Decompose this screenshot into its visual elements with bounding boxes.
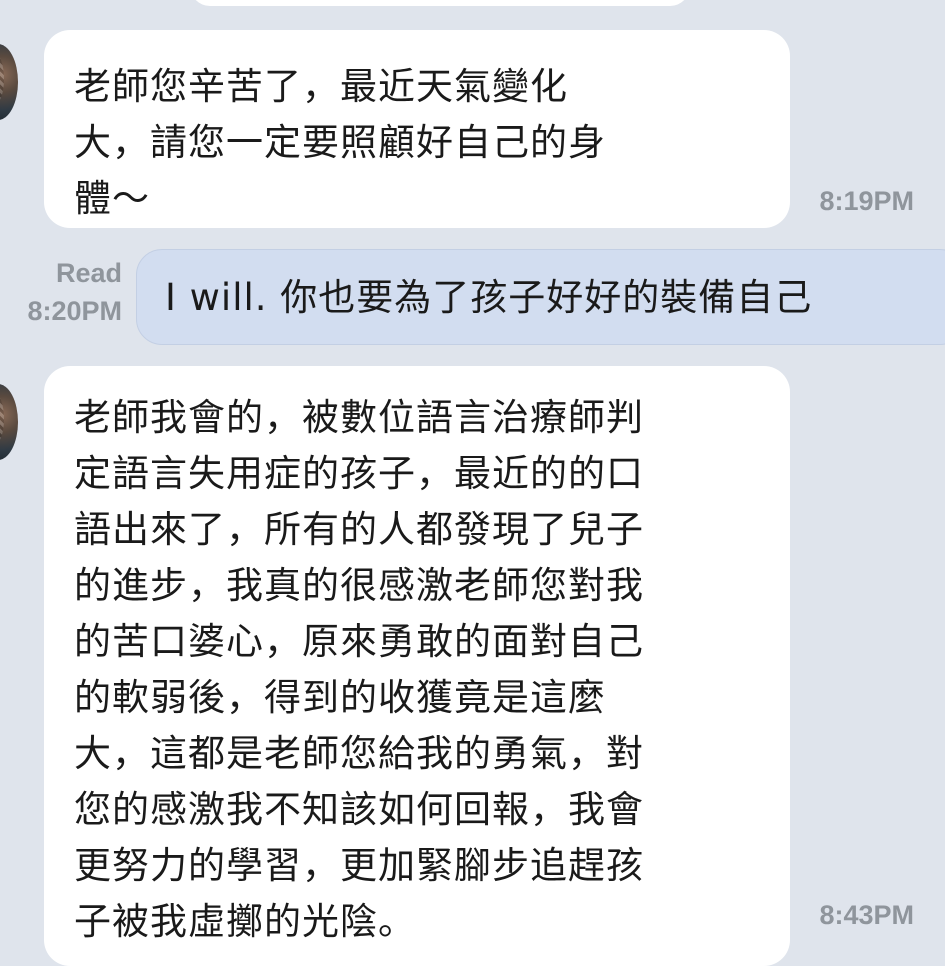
message-text-line: 的苦口婆心，原來勇敢的面對自己 [74,620,644,663]
message-text-line: 您的感激我不知該如何回報，我會 [74,788,644,831]
incoming-message-bubble[interactable]: 老師您辛苦了，最近天氣變化 大，請您一定要照顧好自己的身 體～ [44,30,790,228]
message-timestamp: 8:20PM [27,296,122,326]
contact-avatar[interactable] [0,44,18,120]
message-text-line: 老師您辛苦了，最近天氣變化 [74,65,568,108]
read-receipt: Read 8:20PM [0,254,122,330]
message-text-line: 大，請您一定要照顧好自己的身 [74,121,606,164]
read-status-label: Read [55,258,122,288]
contact-avatar[interactable] [0,384,18,460]
message-timestamp: 8:43PM [819,900,914,930]
message-text-line: 子被我虛擲的光陰。 [74,900,416,943]
message-timestamp: 8:19PM [819,186,914,216]
message-text-line: 的軟弱後，得到的收獲竟是這麼 [74,676,606,719]
message-text-line: 的進步，我真的很感激老師您對我 [74,564,644,607]
message-text-line: 定語言失用症的孩子，最近的的口 [74,452,644,495]
message-text-line: 語出來了，所有的人都發現了兒子 [74,508,644,551]
message-text-line: 老師我會的，被數位語言治療師判 [74,396,644,439]
message-text-line: 大，這都是老師您給我的勇氣，對 [74,732,644,775]
message-text-line: 更努力的學習，更加緊腳步追趕孩 [74,844,644,887]
previous-message-edge [190,0,690,6]
incoming-message-bubble[interactable]: 老師我會的，被數位語言治療師判 定語言失用症的孩子，最近的的口 語出來了，所有的… [44,366,790,966]
message-text-line: 體～ [74,177,150,220]
message-text: I will. 你也要為了孩子好好的裝備自己 [165,276,813,319]
outgoing-message-bubble[interactable]: I will. 你也要為了孩子好好的裝備自己 [136,249,945,345]
